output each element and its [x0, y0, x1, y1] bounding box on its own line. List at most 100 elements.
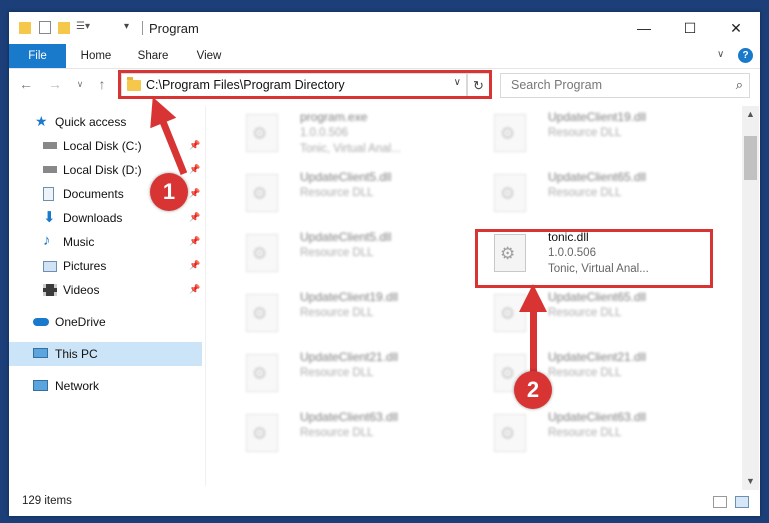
search-input[interactable]: Search Program ⌕	[500, 73, 750, 98]
pictures-icon	[43, 261, 57, 272]
dll-file-icon	[246, 414, 278, 452]
file-name: UpdateClient19.dll	[300, 290, 399, 304]
title-separator	[142, 21, 143, 35]
sidebar-item-label: This PC	[55, 347, 98, 361]
sidebar-item-label: Videos	[63, 283, 100, 297]
sidebar-item-label: Documents	[63, 187, 124, 201]
step-marker-1: 1	[150, 173, 188, 211]
title-bar: ☰▾ ▾ Program — ☐ ✕	[9, 12, 760, 44]
sidebar-item-music[interactable]: ♪ Music 📌	[9, 230, 202, 254]
sidebar-item-videos[interactable]: Videos 📌	[9, 278, 202, 302]
dll-file-icon	[246, 354, 278, 392]
recent-locations-icon[interactable]: ∨	[71, 79, 89, 90]
pin-icon[interactable]: 📌	[189, 236, 200, 247]
dll-file-icon	[494, 414, 526, 452]
window-title: Program	[149, 21, 199, 36]
scroll-down-icon[interactable]: ▼	[742, 473, 759, 490]
file-description: Resource DLL	[300, 247, 374, 259]
file-tile[interactable]: UpdateClient19.dll Resource DLL	[236, 286, 476, 346]
file-tile[interactable]: UpdateClient21.dll Resource DLL	[236, 346, 476, 406]
search-icon: ⌕	[735, 77, 743, 92]
pin-icon[interactable]: 📌	[189, 260, 200, 271]
pin-icon[interactable]: 📌	[189, 188, 200, 199]
sidebar-item-label: Network	[55, 379, 100, 393]
back-arrow-icon[interactable]: ←	[17, 76, 35, 92]
expand-ribbon-icon[interactable]: ∨	[717, 49, 724, 60]
music-icon: ♪	[43, 232, 51, 249]
forward-arrow-icon[interactable]: →	[46, 76, 64, 92]
file-description: Resource DLL	[548, 307, 622, 319]
item-count: 129 items	[22, 495, 72, 507]
exe-file-icon	[246, 114, 278, 152]
vertical-scrollbar[interactable]: ▲ ▼	[742, 106, 759, 490]
scroll-up-icon[interactable]: ▲	[742, 106, 759, 123]
file-version: 1.0.0.506	[300, 127, 348, 139]
sidebar-item-label: Quick access	[55, 115, 127, 129]
file-tile[interactable]: program.exe 1.0.0.506 Tonic, Virtual Ana…	[236, 106, 476, 166]
new-folder-icon[interactable]	[58, 22, 70, 34]
pin-icon[interactable]: 📌	[189, 164, 200, 175]
properties-icon[interactable]	[39, 21, 51, 34]
close-button[interactable]: ✕	[713, 12, 759, 44]
documents-icon	[43, 187, 54, 201]
folder-icon	[19, 22, 31, 34]
cloud-icon	[33, 318, 49, 326]
file-description: Resource DLL	[548, 187, 622, 199]
tab-home[interactable]: Home	[71, 44, 121, 68]
file-name: UpdateClient63.dll	[548, 410, 647, 424]
up-arrow-icon[interactable]: ↑	[93, 76, 111, 92]
download-icon: ⬇	[43, 209, 56, 226]
file-description: Resource DLL	[548, 427, 622, 439]
dll-file-icon	[494, 174, 526, 212]
file-name: UpdateClient21.dll	[548, 350, 647, 364]
customize-toolbar-icon[interactable]: ☰▾	[76, 21, 96, 34]
videos-icon	[43, 284, 57, 296]
file-name: UpdateClient63.dll	[300, 410, 399, 424]
file-name: UpdateClient21.dll	[300, 350, 399, 364]
arrow-2-shaft	[530, 305, 537, 380]
sidebar-item-pictures[interactable]: Pictures 📌	[9, 254, 202, 278]
star-icon: ★	[35, 113, 48, 129]
sidebar-item-label: Pictures	[63, 259, 107, 273]
network-icon	[33, 380, 48, 391]
file-tile[interactable]: UpdateClient19.dll Resource DLL	[484, 106, 724, 166]
step-marker-2: 2	[514, 371, 552, 409]
sidebar-item-onedrive[interactable]: OneDrive	[9, 310, 202, 334]
details-view-icon[interactable]	[713, 496, 727, 508]
file-tile[interactable]: UpdateClient63.dll Resource DLL	[236, 406, 476, 466]
sidebar-item-label: Music	[63, 235, 95, 249]
file-name: UpdateClient5.dll	[300, 170, 392, 184]
ribbon: File Home Share View ∨ ?	[9, 44, 760, 69]
file-description: Tonic, Virtual Anal...	[300, 143, 401, 155]
file-tile[interactable]: UpdateClient5.dll Resource DLL	[236, 166, 476, 226]
sidebar-item-this-pc[interactable]: This PC	[9, 342, 202, 366]
file-tile[interactable]: UpdateClient63.dll Resource DLL	[484, 406, 724, 466]
navigation-pane: ★ Quick access Local Disk (C:) 📌 Local D…	[9, 106, 202, 486]
quick-access-dropdown-icon[interactable]: ▾	[124, 21, 129, 37]
scroll-thumb[interactable]	[744, 136, 757, 180]
file-description: Resource DLL	[300, 427, 374, 439]
file-name: UpdateClient65.dll	[548, 170, 647, 184]
file-tile[interactable]: UpdateClient5.dll Resource DLL	[236, 226, 476, 286]
tab-view[interactable]: View	[184, 44, 234, 68]
large-icons-view-icon[interactable]	[735, 496, 749, 508]
pin-icon[interactable]: 📌	[189, 212, 200, 223]
file-tile[interactable]: UpdateClient65.dll Resource DLL	[484, 166, 724, 226]
maximize-button[interactable]: ☐	[667, 12, 713, 44]
file-name: UpdateClient19.dll	[548, 110, 647, 124]
file-list: program.exe 1.0.0.506 Tonic, Virtual Ana…	[214, 106, 739, 484]
pin-icon[interactable]: 📌	[189, 140, 200, 151]
dll-file-icon	[494, 114, 526, 152]
help-icon[interactable]: ?	[738, 48, 753, 63]
sidebar-item-network[interactable]: Network	[9, 374, 202, 398]
status-bar: 129 items	[9, 490, 760, 516]
tab-share[interactable]: Share	[128, 44, 178, 68]
file-description: Resource DLL	[300, 307, 374, 319]
minimize-button[interactable]: —	[621, 12, 667, 44]
dll-file-icon	[246, 174, 278, 212]
file-description: Resource DLL	[548, 367, 622, 379]
dll-file-icon	[246, 234, 278, 272]
tab-file[interactable]: File	[9, 44, 66, 68]
sidebar-item-label: OneDrive	[55, 315, 106, 329]
pin-icon[interactable]: 📌	[189, 284, 200, 295]
